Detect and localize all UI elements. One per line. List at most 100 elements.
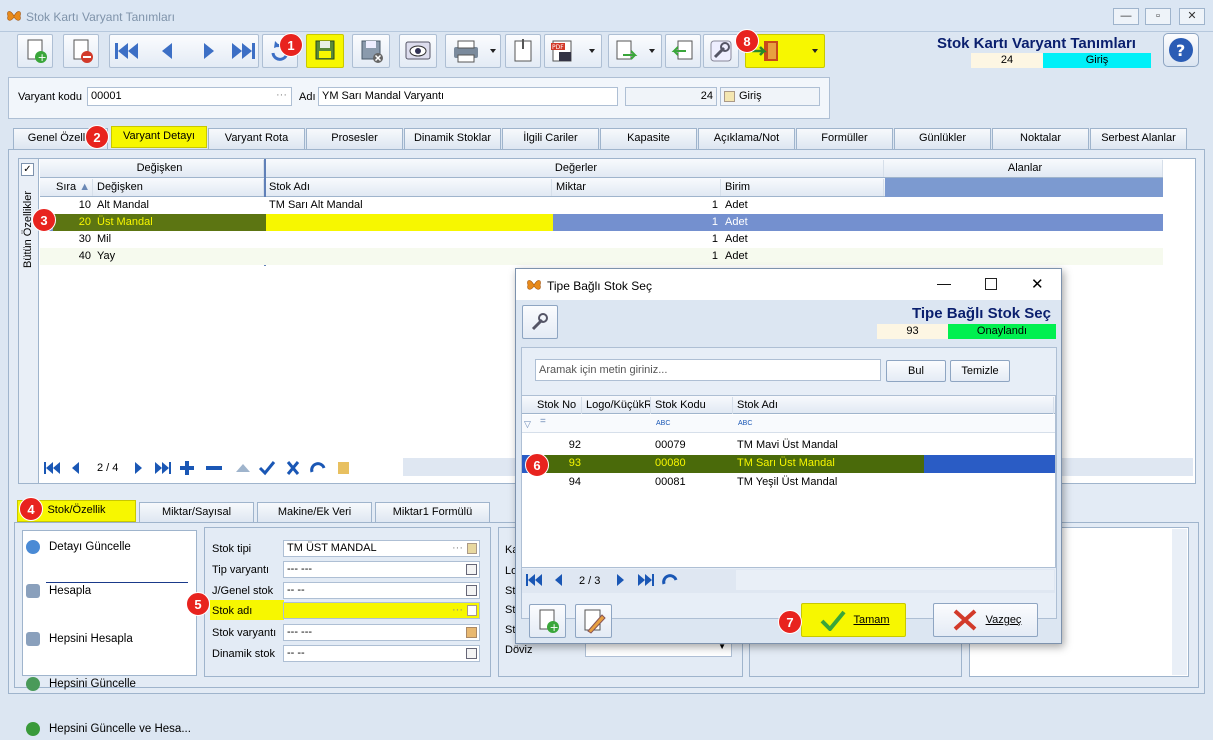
input-tip-varyanti[interactable]: --- --- bbox=[283, 561, 480, 578]
step-badge: 8 bbox=[735, 29, 759, 53]
tab-miktar1-formulu[interactable]: Miktar1 Formülü bbox=[375, 502, 490, 523]
page-title: Stok Kartı Varyant Tanımları bbox=[937, 35, 1136, 52]
dialog-col-stok-adi[interactable]: Stok Adı bbox=[734, 397, 1054, 414]
col-sira[interactable]: Sıra ▲ bbox=[53, 179, 93, 196]
dialog-clear-button[interactable]: Temizle bbox=[950, 360, 1010, 382]
attach-button[interactable] bbox=[505, 34, 541, 68]
table-row-selected[interactable]: 20 Üst Mandal 1 Adet bbox=[40, 214, 1163, 231]
equals-filter-icon: = bbox=[540, 416, 546, 427]
grid-pager: 2 / 4 bbox=[97, 462, 119, 474]
variant-code-input[interactable]: 00001 ··· bbox=[87, 87, 292, 106]
dialog-ok-button[interactable]: Tamam bbox=[801, 603, 906, 637]
notes-scrollbar[interactable] bbox=[1172, 529, 1187, 675]
form-status: Giriş bbox=[720, 87, 820, 106]
col-stok-adi[interactable]: Stok Adı bbox=[266, 179, 552, 196]
grid-navigator bbox=[40, 457, 400, 479]
pdf-export-button[interactable]: PDF bbox=[544, 34, 602, 68]
band-alanlar: Alanlar bbox=[885, 160, 1163, 177]
tab-formuller[interactable]: Formüller bbox=[796, 128, 893, 149]
tab-serbest-alanlar[interactable]: Serbest Alanlar bbox=[1090, 128, 1187, 149]
col-miktar[interactable]: Miktar bbox=[553, 179, 721, 196]
dialog-minimize-button[interactable]: — bbox=[937, 275, 951, 291]
settings-button[interactable] bbox=[703, 34, 739, 68]
maximize-button[interactable]: ▫ bbox=[1145, 8, 1171, 25]
col-degisken[interactable]: Değişken bbox=[94, 179, 264, 196]
preview-button[interactable] bbox=[399, 34, 437, 68]
save-close-button[interactable] bbox=[352, 34, 390, 68]
dialog-filter-row[interactable] bbox=[522, 415, 1055, 433]
svg-text:PDF: PDF bbox=[552, 44, 564, 51]
divider bbox=[46, 582, 188, 583]
dialog-col-stok-no[interactable]: Stok No bbox=[534, 397, 582, 414]
export-button[interactable] bbox=[608, 34, 662, 68]
help-button[interactable]: ? bbox=[1163, 33, 1199, 67]
dialog-edit-button[interactable] bbox=[575, 604, 612, 638]
tab-miktar-sayisal[interactable]: Miktar/Sayısal bbox=[139, 502, 254, 523]
svg-text:?: ? bbox=[1176, 41, 1185, 60]
close-button[interactable]: ✕ bbox=[1179, 8, 1205, 25]
record-count: 24 bbox=[971, 53, 1043, 68]
dialog-search-input[interactable]: Aramak için metin giriniz... bbox=[535, 359, 881, 381]
tab-gunlukler[interactable]: Günlükler bbox=[894, 128, 991, 149]
dialog-col-stok-kodu[interactable]: Stok Kodu bbox=[652, 397, 733, 414]
save-button[interactable] bbox=[306, 34, 344, 68]
svg-text:+: + bbox=[38, 51, 47, 64]
dialog-close-button[interactable]: ✕ bbox=[1031, 275, 1044, 293]
input-genel-stok[interactable]: -- -- bbox=[283, 582, 480, 599]
name-input[interactable]: YM Sarı Mandal Varyantı bbox=[318, 87, 618, 106]
svg-text:+: + bbox=[550, 621, 559, 634]
dialog-col-logo[interactable]: Logo/KüçükRe bbox=[583, 397, 651, 414]
dialog-table-row[interactable]: 92 00079 TM Mavi Üst Mandal bbox=[522, 437, 1055, 454]
input-stok-adi[interactable]: ··· bbox=[283, 602, 480, 619]
tab-aciklama-not[interactable]: Açıklama/Not bbox=[698, 128, 795, 149]
label-stok-varyanti: Stok varyantı bbox=[212, 627, 277, 639]
delete-record-button[interactable] bbox=[63, 34, 99, 68]
dialog-maximize-button[interactable] bbox=[985, 278, 997, 290]
dialog-table-row[interactable]: 94 00081 TM Yeşil Üst Mandal bbox=[522, 474, 1055, 491]
input-stok-varyanti[interactable]: --- --- bbox=[283, 624, 480, 641]
dialog-new-button[interactable]: + bbox=[529, 604, 566, 638]
import-button[interactable] bbox=[665, 34, 701, 68]
tab-noktalar[interactable]: Noktalar bbox=[992, 128, 1089, 149]
dialog-table-row-selected[interactable]: 93 00080 TM Sarı Üst Mandal bbox=[522, 455, 1055, 473]
action-hepsini-guncelle-ve-hesapla[interactable]: Hepsini Güncelle ve Hesa... bbox=[24, 718, 1213, 740]
dialog-title: Tipe Bağlı Stok Seç bbox=[547, 279, 652, 293]
window-title: Stok Kartı Varyant Tanımları bbox=[26, 10, 175, 24]
new-record-button[interactable]: + bbox=[17, 34, 53, 68]
tab-dinamik-stoklar[interactable]: Dinamik Stoklar bbox=[404, 128, 501, 149]
label-stok-tipi: Stok tipi bbox=[212, 543, 252, 555]
dialog-find-button[interactable]: Bul bbox=[886, 360, 946, 382]
tab-prosesler[interactable]: Prosesler bbox=[306, 128, 403, 149]
step-badge: 4 bbox=[19, 497, 43, 521]
minimize-button[interactable]: — bbox=[1113, 8, 1139, 25]
step-badge: 6 bbox=[525, 453, 549, 477]
select-all-checkbox[interactable]: ✓ bbox=[21, 163, 34, 176]
label-doviz: Döviz bbox=[505, 644, 533, 656]
dialog-hscrollbar[interactable] bbox=[736, 570, 1054, 590]
table-row[interactable]: 40 Yay 1 Adet bbox=[40, 248, 1163, 265]
dialog-status-badge: Onaylandı bbox=[948, 324, 1056, 339]
table-row[interactable]: 30 Mil 1 Adet bbox=[40, 231, 1163, 248]
tab-varyant-rota[interactable]: Varyant Rota bbox=[208, 128, 305, 149]
dialog-cancel-button[interactable]: Vazgeç bbox=[933, 603, 1038, 637]
stock-select-dialog: Tipe Bağlı Stok Seç — ✕ Tipe Bağlı Stok … bbox=[515, 268, 1062, 644]
tab-varyant-detayi[interactable]: Varyant Detayı bbox=[111, 126, 207, 148]
text-filter-icon: ABC bbox=[656, 420, 671, 427]
step-badge: 5 bbox=[186, 592, 210, 616]
tab-kapasite[interactable]: Kapasite bbox=[600, 128, 697, 149]
table-row[interactable]: 10 Alt Mandal TM Sarı Alt Mandal 1 Adet bbox=[40, 197, 1163, 214]
step-badge: 3 bbox=[32, 208, 56, 232]
print-button[interactable] bbox=[445, 34, 501, 68]
dialog-pager: 2 / 3 bbox=[579, 575, 601, 587]
input-dinamik-stok[interactable]: -- -- bbox=[283, 645, 480, 662]
name-label: Adı bbox=[299, 91, 316, 103]
partial-label: St bbox=[505, 624, 516, 636]
dialog-settings-button[interactable] bbox=[522, 305, 558, 339]
partial-label: St bbox=[505, 604, 516, 616]
col-birim[interactable]: Birim bbox=[722, 179, 884, 196]
tab-ilgili-cariler[interactable]: İlgili Cariler bbox=[502, 128, 599, 149]
band-degisken: Değişken bbox=[53, 160, 264, 177]
butterfly-logo-icon bbox=[526, 277, 542, 293]
input-stok-tipi[interactable]: TM ÜST MANDAL ··· bbox=[283, 540, 480, 557]
tab-makine-ek-veri[interactable]: Makine/Ek Veri bbox=[257, 502, 372, 523]
